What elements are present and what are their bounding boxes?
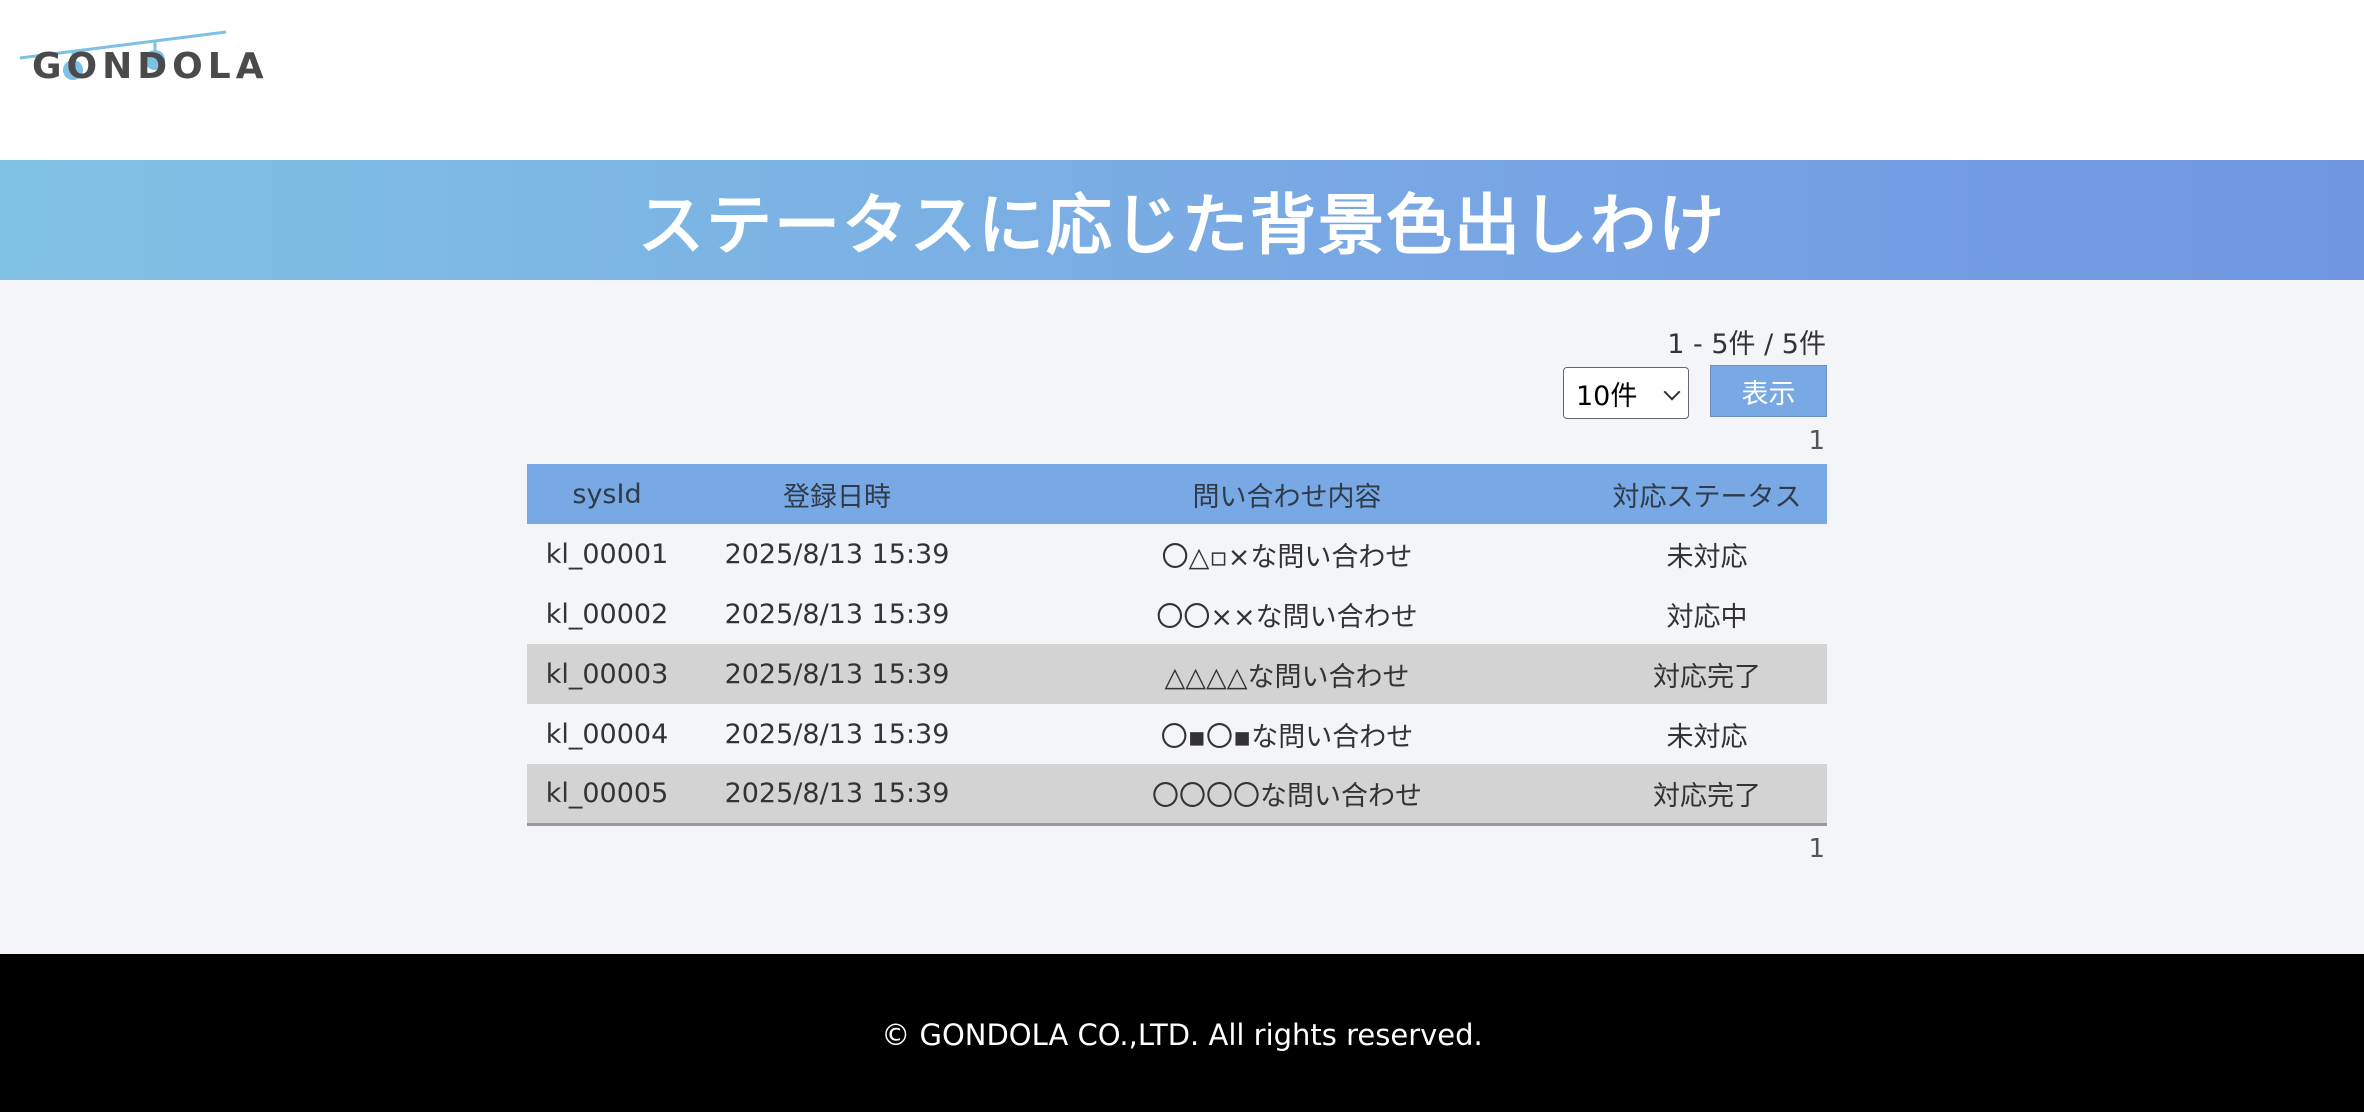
result-count: 1 - 5件 / 5件 bbox=[1667, 329, 1826, 360]
cell-status: 未対応 bbox=[1666, 721, 1748, 753]
cell-sysid: kl_00005 bbox=[545, 777, 669, 809]
cell-date: 2025/8/13 15:39 bbox=[724, 658, 950, 690]
cell-sysid: kl_00002 bbox=[545, 598, 669, 630]
column-header-sysid: sysId bbox=[572, 478, 642, 510]
site-footer: © GONDOLA CO.,LTD. All rights reserved. bbox=[0, 954, 2364, 1112]
gondola-logo[interactable]: GONDOLA bbox=[18, 28, 264, 92]
table-row: kl_00002 2025/8/13 15:39 〇〇××な問い合わせ 対応中 bbox=[527, 584, 1827, 644]
table-row: kl_00005 2025/8/13 15:39 〇〇〇〇な問い合わせ 対応完了 bbox=[527, 764, 1827, 824]
cell-date: 2025/8/13 15:39 bbox=[724, 598, 950, 630]
per-page-select[interactable]: 10件 bbox=[1563, 367, 1689, 419]
pagination-top-page-1[interactable]: 1 bbox=[1808, 426, 1825, 456]
column-header-status: 対応ステータス bbox=[1612, 481, 1802, 513]
cell-status: 対応中 bbox=[1666, 601, 1748, 633]
cell-content: 〇〇〇〇な問い合わせ bbox=[1152, 780, 1422, 812]
main-content: 1 - 5件 / 5件 10件 表示 1 sysId 登録日時 問い合わせ内容 … bbox=[0, 280, 2364, 954]
page-title: ステータスに応じた背景色出しわけ bbox=[638, 187, 1726, 264]
cell-content: 〇△▫×な問い合わせ bbox=[1161, 541, 1413, 573]
pagination-bottom-page-1[interactable]: 1 bbox=[1808, 834, 1825, 864]
cell-content: 〇▪〇▪な問い合わせ bbox=[1160, 721, 1414, 753]
chevron-down-icon bbox=[1663, 383, 1681, 401]
cell-status: 対応完了 bbox=[1653, 661, 1761, 693]
table-row: kl_00001 2025/8/13 15:39 〇△▫×な問い合わせ 未対応 bbox=[527, 524, 1827, 584]
cell-sysid: kl_00001 bbox=[545, 538, 669, 570]
cell-status: 未対応 bbox=[1666, 541, 1748, 573]
cell-sysid: kl_00004 bbox=[545, 718, 669, 750]
table-header-row: sysId 登録日時 問い合わせ内容 対応ステータス bbox=[527, 464, 1827, 524]
inquiry-table: sysId 登録日時 問い合わせ内容 対応ステータス kl_00001 2025… bbox=[527, 464, 1827, 826]
copyright-text: © GONDOLA CO.,LTD. All rights reserved. bbox=[881, 1018, 1483, 1052]
cell-content: 〇〇××な問い合わせ bbox=[1156, 601, 1418, 633]
cell-content: △△△△な問い合わせ bbox=[1164, 661, 1410, 693]
cell-date: 2025/8/13 15:39 bbox=[724, 777, 950, 809]
site-header: GONDOLA bbox=[0, 0, 2364, 160]
cell-sysid: kl_00003 bbox=[545, 658, 669, 690]
logo-text: GONDOLA bbox=[32, 46, 269, 87]
show-button[interactable]: 表示 bbox=[1710, 365, 1827, 417]
column-header-content: 問い合わせ内容 bbox=[1192, 481, 1382, 513]
title-banner: ステータスに応じた背景色出しわけ bbox=[0, 160, 2364, 280]
table-row: kl_00004 2025/8/13 15:39 〇▪〇▪な問い合わせ 未対応 bbox=[527, 704, 1827, 764]
cell-date: 2025/8/13 15:39 bbox=[724, 718, 950, 750]
table-row: kl_00003 2025/8/13 15:39 △△△△な問い合わせ 対応完了 bbox=[527, 644, 1827, 704]
cell-date: 2025/8/13 15:39 bbox=[724, 538, 950, 570]
per-page-value: 10件 bbox=[1576, 380, 1638, 412]
cell-status: 対応完了 bbox=[1653, 780, 1761, 812]
column-header-date: 登録日時 bbox=[783, 481, 891, 513]
